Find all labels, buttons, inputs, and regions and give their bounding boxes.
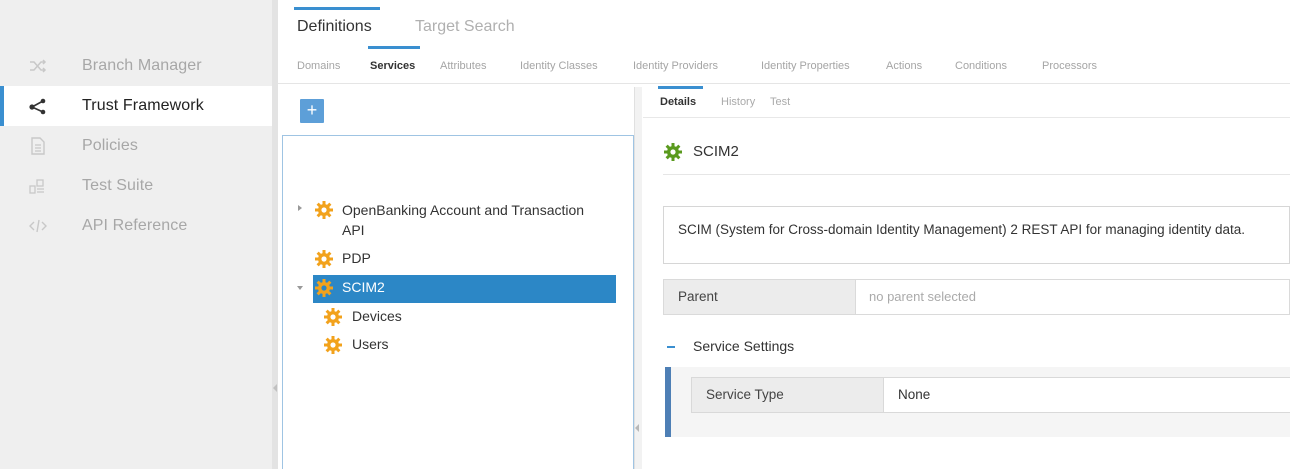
service-type-select[interactable]: None bbox=[898, 387, 930, 402]
tree-item-scim2[interactable]: SCIM2 bbox=[342, 279, 385, 295]
gear-icon bbox=[323, 307, 343, 327]
code-icon bbox=[28, 217, 48, 235]
nav-item-branch-manager[interactable]: Branch Manager bbox=[0, 46, 272, 86]
parent-select[interactable]: no parent selected bbox=[869, 289, 976, 304]
active-detail-tab-indicator bbox=[658, 86, 703, 89]
tab-test[interactable]: Test bbox=[770, 96, 790, 108]
nav-item-trust-framework[interactable]: Trust Framework bbox=[0, 86, 272, 126]
service-title: SCIM2 bbox=[663, 138, 1283, 168]
collapse-minus-icon[interactable] bbox=[667, 346, 675, 348]
collapse-arrow-icon[interactable] bbox=[635, 424, 639, 432]
service-tree-panel: + OpenBanking Account and Transaction AP… bbox=[282, 87, 634, 469]
nav-label: Policies bbox=[82, 137, 138, 154]
divider bbox=[663, 174, 1290, 175]
subtab-identity-classes[interactable]: Identity Classes bbox=[520, 60, 598, 72]
tree-item-users[interactable]: Users bbox=[352, 336, 389, 352]
service-detail-panel: Details History Test SCIM2 SCIM (System … bbox=[643, 86, 1290, 469]
parent-field[interactable]: Parent no parent selected bbox=[663, 279, 1290, 315]
shuffle-icon bbox=[28, 57, 48, 75]
tab-definitions[interactable]: Definitions bbox=[297, 18, 372, 36]
service-type-label: Service Type bbox=[692, 378, 884, 412]
panel-splitter[interactable] bbox=[634, 87, 642, 469]
nav-label: Branch Manager bbox=[82, 57, 202, 74]
nav-item-test-suite[interactable]: Test Suite bbox=[0, 166, 272, 206]
section-title: Service Settings bbox=[693, 338, 795, 354]
subtab-conditions[interactable]: Conditions bbox=[955, 60, 1007, 72]
gear-icon bbox=[314, 249, 334, 269]
subtab-actions[interactable]: Actions bbox=[886, 60, 922, 72]
tab-history[interactable]: History bbox=[721, 96, 755, 108]
service-settings-header[interactable]: Service Settings bbox=[663, 336, 963, 356]
subtab-processors[interactable]: Processors bbox=[1042, 60, 1097, 72]
tab-target-search[interactable]: Target Search bbox=[415, 18, 515, 36]
nav-label: Test Suite bbox=[82, 177, 154, 194]
document-icon bbox=[28, 137, 48, 155]
service-type-field[interactable]: Service Type None bbox=[691, 377, 1290, 413]
detail-tabs: Details History Test bbox=[643, 86, 1290, 118]
service-settings-block: Service Type None bbox=[665, 367, 1290, 437]
subtab-services[interactable]: Services bbox=[370, 60, 415, 72]
subtab-attributes[interactable]: Attributes bbox=[440, 60, 486, 72]
tab-details[interactable]: Details bbox=[660, 96, 696, 108]
gear-icon bbox=[314, 200, 334, 220]
collapse-caret-icon[interactable] bbox=[297, 286, 303, 290]
service-tree: OpenBanking Account and Transaction API … bbox=[282, 135, 634, 469]
test-suite-icon bbox=[28, 177, 48, 195]
subtab-identity-providers[interactable]: Identity Providers bbox=[633, 60, 718, 72]
tree-item-openbanking-line2[interactable]: API bbox=[342, 222, 365, 238]
parent-label: Parent bbox=[664, 280, 856, 314]
nav-label: Trust Framework bbox=[82, 97, 204, 114]
active-tab-indicator bbox=[294, 7, 380, 10]
gear-icon bbox=[314, 278, 334, 298]
collapse-arrow-icon[interactable] bbox=[273, 384, 277, 392]
subtab-domains[interactable]: Domains bbox=[297, 60, 340, 72]
left-navigation: Branch Manager Trust Framework Policies … bbox=[0, 0, 272, 469]
nav-item-api-reference[interactable]: API Reference bbox=[0, 206, 272, 246]
active-subtab-indicator bbox=[368, 46, 420, 49]
gear-icon bbox=[663, 142, 683, 162]
description-field[interactable]: SCIM (System for Cross-domain Identity M… bbox=[663, 206, 1290, 264]
definitions-subtabs: Domains Services Attributes Identity Cla… bbox=[278, 52, 1290, 84]
gear-icon bbox=[323, 335, 343, 355]
nav-item-policies[interactable]: Policies bbox=[0, 126, 272, 166]
tree-item-openbanking[interactable]: OpenBanking Account and Transaction bbox=[342, 202, 584, 218]
nav-label: API Reference bbox=[82, 217, 188, 234]
tree-item-devices[interactable]: Devices bbox=[352, 308, 402, 324]
tree-item-pdp[interactable]: PDP bbox=[342, 250, 371, 266]
page-title: SCIM2 bbox=[693, 143, 739, 160]
share-icon bbox=[28, 97, 48, 115]
subtab-identity-properties[interactable]: Identity Properties bbox=[761, 60, 850, 72]
add-service-button[interactable]: + bbox=[300, 99, 324, 123]
expand-caret-icon[interactable] bbox=[298, 205, 302, 211]
